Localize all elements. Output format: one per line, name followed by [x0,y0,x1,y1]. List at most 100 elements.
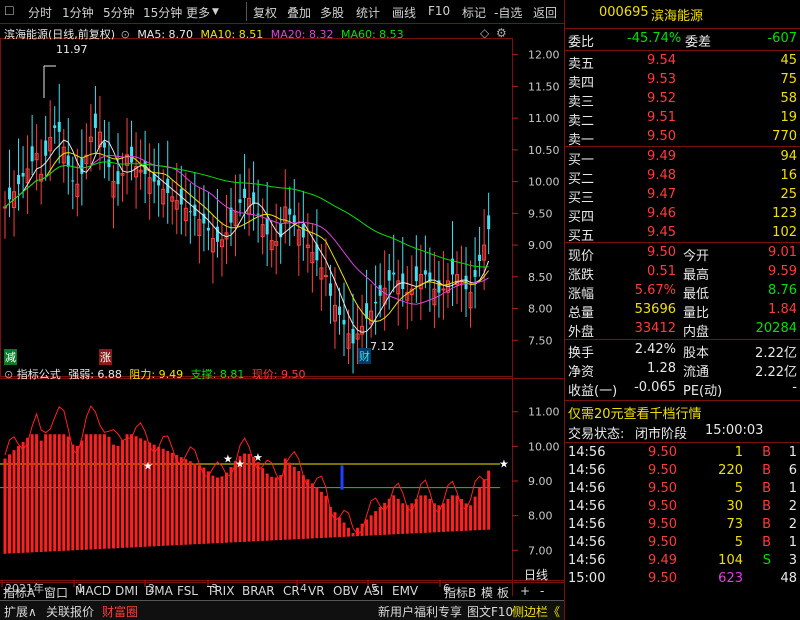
finance-tag[interactable]: 财 [358,348,371,364]
fundamental-row: 净资 1.28 流通 2.22亿 [565,360,800,380]
candle-body [374,301,378,304]
candle-body [107,159,111,168]
checkbox-icon[interactable]: ☐ [4,4,15,18]
overlay-button[interactable]: 叠加 [287,4,311,21]
f10-button[interactable]: F10 [428,4,450,18]
f10-text-button[interactable]: 图文F10 [467,603,513,620]
tab-dmi[interactable]: DMI [115,584,138,598]
stat-label: 涨跌 [568,268,595,283]
chevron-down-icon[interactable]: ▼ [212,7,219,17]
adjust-button[interactable]: 复权 [253,4,277,21]
related-quotes-button[interactable]: 关联报价 [46,603,94,620]
promo-text[interactable]: 仅需20元查看千档行情 [568,403,702,422]
mark-button[interactable]: 标记 [462,4,486,21]
stat-label: 外盘 [568,325,595,340]
rise-tag[interactable]: 涨 [99,349,112,365]
bid-volume: 123 [772,206,797,221]
ask-price: 9.51 [647,110,676,125]
new-user-promo[interactable]: 新用户福利专享 [378,603,462,620]
ma20-label: MA20: 8.32 [270,28,334,41]
bid-diff-value: -607 [767,31,797,46]
tab-cr[interactable]: CR [283,584,300,598]
back-button[interactable]: 返回 [533,4,557,21]
ask-price: 9.53 [647,72,676,87]
star-marker: ★ [235,458,245,471]
indicator-header: ⊙ 指标公式 强弱: 6.88 阻力: 9.49 支撑: 8.81 现价: 9.… [4,366,306,382]
candle-body [80,158,84,174]
stat-row: 外盘 33412 内盘 20284 [565,320,800,340]
tab-emv[interactable]: EMV [392,584,418,598]
candle-body [487,215,491,230]
tab-macd[interactable]: MACD [75,584,111,598]
candle-body [441,288,446,291]
indicator-menu-icon[interactable]: ⊙ [4,368,13,381]
bid-volume: 16 [780,168,797,183]
bid-price: 9.49 [647,149,676,164]
tick-time: 14:56 [568,445,606,460]
statistics-button[interactable]: 统计 [356,4,380,21]
tab-template[interactable]: 模 [481,584,493,601]
tab-indicator-b[interactable]: 指标B [444,584,476,601]
trade-status-label: 交易状态: [568,427,625,442]
indicator-plot: ★★ ★★★ [3,405,509,554]
fundamental-label: 流通 [683,365,710,380]
sidebar-toggle[interactable]: 侧边栏《 [512,603,560,620]
tick-side: B [762,499,771,514]
fundamental-label: 收益(一) [568,384,618,399]
y-tick-label: 9.50 [528,207,553,220]
ma5-label: MA5: 8.70 [137,28,194,41]
bid-label: 买三 [568,191,595,206]
trade-status-value: 闭市阶段 [635,427,688,442]
tab-asi[interactable]: ASI [364,584,383,598]
tab-fsl[interactable]: FSL [177,584,198,598]
tab-more[interactable]: 更多 [186,4,210,21]
zoom-in-button[interactable]: + [520,584,530,598]
expand-button[interactable]: 扩展∧ [4,603,37,620]
tab-vr[interactable]: VR [308,584,325,598]
tab-intraday[interactable]: 分时 [28,4,52,21]
ask-price: 9.52 [647,91,676,106]
tab-window[interactable]: 窗口 [44,584,68,601]
tick-count: 1 [788,445,797,460]
candle-body [265,218,269,235]
tab-trix[interactable]: TRIX [207,584,234,598]
stock-code: 000695 [599,5,649,20]
zoom-out-button[interactable]: - [540,584,544,598]
tab-1min[interactable]: 1分钟 [62,4,94,21]
indicator-title[interactable]: 指标公式 [17,368,61,381]
bid-price: 9.46 [647,206,676,221]
indicator-tabs: 指标A 窗口 MACD DMI DMA FSL TRIX BRAR CR VR … [0,582,564,600]
main-chart-title: 滨海能源(日线,前复权) [4,28,116,41]
multi-stock-button[interactable]: 多股 [320,4,344,21]
candle-body [423,270,427,275]
promo-row[interactable]: 仅需20元查看千档行情 [565,402,800,422]
draw-line-button[interactable]: 画线 [392,4,416,21]
tick-row: 14:56 9.49 104 S 3 [565,552,800,572]
wealth-circle-button[interactable]: 财富圈 [102,603,138,620]
tick-row: 14:56 9.50 30 B 2 [565,498,800,518]
tick-row: 14:56 9.50 1 B 1 [565,444,800,464]
tab-15min[interactable]: 15分钟 [143,4,182,21]
tab-indicator-a[interactable]: 指标A [3,584,35,601]
chart-area[interactable]: 12.00 11.50 11.00 10.50 10.00 9.50 9.00 8.50 8.0… [0,24,564,610]
tick-price: 9.50 [648,481,677,496]
tab-obv[interactable]: OBV [333,584,359,598]
quote-panel: 000695 滨海能源 委比 -45.74% 委差 -607 卖五 9.54 45 卖… [564,0,800,620]
tab-dma[interactable]: DMA [145,584,173,598]
diamond-icon[interactable]: ◇ [480,26,489,40]
remove-watchlist-button[interactable]: -自选 [494,4,522,21]
settings-icon[interactable]: ⚙ [496,26,507,40]
dropdown-icon[interactable]: ⊙ [121,28,130,41]
period-daily-label[interactable]: 日线 [524,566,548,583]
candle-body [93,113,97,128]
reduce-tag[interactable]: 减 [4,349,17,365]
star-marker: ★ [143,459,153,472]
tab-board[interactable]: 板 [497,584,509,601]
tab-5min[interactable]: 5分钟 [103,4,135,21]
tick-volume: 5 [734,481,743,496]
tab-brar[interactable]: BRAR [242,584,275,598]
ask-volume: 19 [780,110,797,125]
tick-count: 6 [788,463,797,478]
tick-time: 14:56 [568,535,606,550]
stat-label: 量比 [683,306,710,321]
